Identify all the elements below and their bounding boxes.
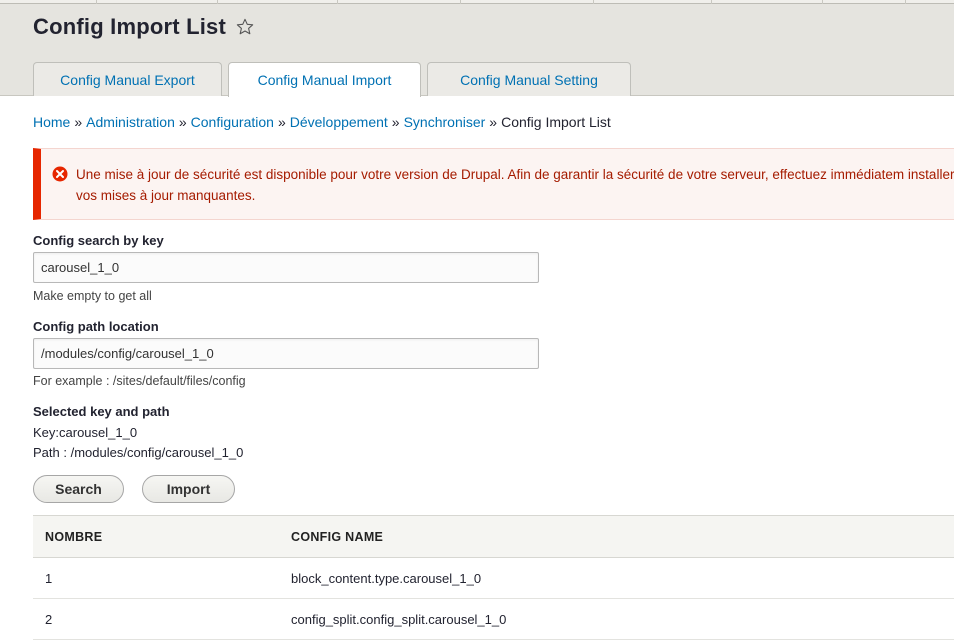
row-number: 1 (33, 557, 279, 599)
row-config-name: block_content.type.carousel_1_0 (279, 557, 954, 599)
breadcrumb-current: Config Import List (501, 114, 611, 130)
breadcrumb-developpement[interactable]: Développement (290, 114, 388, 130)
config-table: NOMBRE CONFIG NAME 1 block_content.type.… (33, 515, 954, 640)
search-key-input[interactable] (33, 252, 539, 283)
local-tasks-tabs: Config Manual Export Config Manual Impor… (33, 62, 637, 97)
path-location-description: For example : /sites/default/files/confi… (33, 374, 246, 388)
row-number: 2 (33, 598, 279, 640)
tab-config-manual-export[interactable]: Config Manual Export (33, 62, 222, 96)
breadcrumb-separator: » (391, 114, 400, 130)
import-button[interactable]: Import (142, 475, 235, 503)
selected-heading: Selected key and path (33, 404, 170, 419)
breadcrumb-separator: » (74, 114, 83, 130)
breadcrumb-separator: » (489, 114, 498, 130)
breadcrumb-separator: » (178, 114, 187, 130)
row-config-name: config_split.config_split.carousel_1_0 (279, 598, 954, 640)
selected-key: Key:carousel_1_0 (33, 425, 138, 440)
star-icon[interactable] (235, 17, 255, 37)
path-location-input[interactable] (33, 338, 539, 369)
page-header: Config Import List Config Manual Export … (0, 0, 954, 97)
breadcrumb: Home» Administration» Configuration» Dévelo… (33, 114, 611, 130)
table-header-row: NOMBRE CONFIG NAME (33, 515, 954, 558)
selected-path: Path : /modules/config/carousel_1_0 (33, 445, 244, 460)
title-row: Config Import List (33, 12, 255, 42)
security-alert: Une mise à jour de sécurité est disponib… (33, 148, 954, 220)
breadcrumb-administration[interactable]: Administration (86, 114, 175, 130)
breadcrumb-home[interactable]: Home (33, 114, 70, 130)
breadcrumb-synchroniser[interactable]: Synchroniser (404, 114, 486, 130)
tab-config-manual-import[interactable]: Config Manual Import (228, 62, 421, 97)
search-key-label: Config search by key (33, 233, 164, 248)
search-button[interactable]: Search (33, 475, 124, 503)
table-row: 1 block_content.type.carousel_1_0 (33, 557, 954, 599)
admin-toolbar-edge (0, 0, 954, 4)
table-row: 2 config_split.config_split.carousel_1_0 (33, 598, 954, 640)
breadcrumb-separator: » (277, 114, 286, 130)
tab-config-manual-setting[interactable]: Config Manual Setting (427, 62, 631, 96)
path-location-label: Config path location (33, 319, 159, 334)
column-header-config-name: CONFIG NAME (279, 515, 954, 558)
breadcrumb-configuration[interactable]: Configuration (191, 114, 274, 130)
search-key-description: Make empty to get all (33, 289, 152, 303)
page-title: Config Import List (33, 14, 227, 39)
column-header-nombre: NOMBRE (33, 515, 279, 558)
alert-message: Une mise à jour de sécurité est disponib… (76, 167, 954, 203)
error-icon (52, 166, 68, 182)
